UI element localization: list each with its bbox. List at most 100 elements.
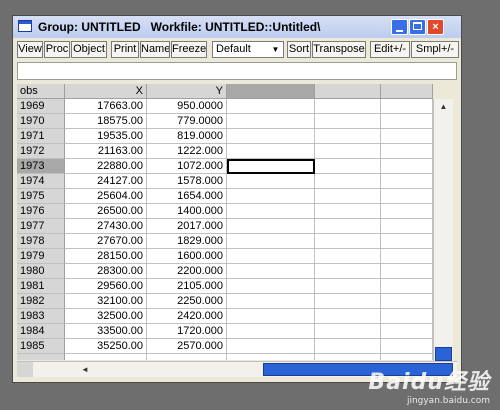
x-value[interactable]: 28300.00 (65, 264, 147, 279)
empty-cell[interactable] (227, 159, 315, 174)
empty-cell[interactable] (381, 204, 433, 219)
column-header-y[interactable]: Y (147, 84, 227, 99)
view-button[interactable]: View (17, 41, 43, 58)
empty-cell[interactable] (381, 144, 433, 159)
empty-cell[interactable] (227, 189, 315, 204)
empty-cell[interactable] (315, 114, 381, 129)
empty-cell[interactable] (227, 234, 315, 249)
empty-cell[interactable] (227, 279, 315, 294)
y-value[interactable]: 1829.000 (147, 234, 227, 249)
empty-cell[interactable] (227, 264, 315, 279)
row-label[interactable]: 1974 (17, 174, 65, 189)
title-bar[interactable]: Group: UNTITLED Workfile: UNTITLED::Unti… (13, 16, 461, 38)
empty-cell[interactable] (381, 279, 433, 294)
empty-cell[interactable] (315, 294, 381, 309)
x-value[interactable] (65, 354, 147, 360)
empty-cell[interactable] (315, 159, 381, 174)
y-value[interactable]: 1578.000 (147, 174, 227, 189)
row-label[interactable]: 1976 (17, 204, 65, 219)
y-value[interactable]: 1654.000 (147, 189, 227, 204)
column-header-empty[interactable] (315, 84, 381, 99)
empty-cell[interactable] (315, 279, 381, 294)
y-value[interactable]: 2200.000 (147, 264, 227, 279)
row-label[interactable]: 1984 (17, 324, 65, 339)
x-value[interactable]: 32500.00 (65, 309, 147, 324)
x-value[interactable]: 21163.00 (65, 144, 147, 159)
empty-cell[interactable] (315, 249, 381, 264)
scroll-up-arrow-icon[interactable]: ▲ (434, 99, 453, 115)
column-header-x[interactable]: X (65, 84, 147, 99)
row-label[interactable]: 1978 (17, 234, 65, 249)
y-value[interactable] (147, 354, 227, 360)
column-header-empty[interactable] (227, 84, 315, 99)
column-header-empty[interactable] (381, 84, 433, 99)
freeze-button[interactable]: Freeze (171, 41, 207, 58)
object-button[interactable]: Object (71, 41, 107, 58)
empty-cell[interactable] (227, 129, 315, 144)
empty-cell[interactable] (381, 234, 433, 249)
empty-cell[interactable] (227, 324, 315, 339)
minimize-button[interactable] (391, 19, 408, 35)
x-value[interactable]: 24127.00 (65, 174, 147, 189)
row-label[interactable]: 1983 (17, 309, 65, 324)
empty-cell[interactable] (315, 309, 381, 324)
empty-cell[interactable] (381, 189, 433, 204)
y-value[interactable]: 2105.000 (147, 279, 227, 294)
row-label[interactable]: 1973 (17, 159, 65, 174)
y-value[interactable]: 950.0000 (147, 99, 227, 114)
x-value[interactable]: 33500.00 (65, 324, 147, 339)
empty-cell[interactable] (227, 99, 315, 114)
y-value[interactable]: 2570.000 (147, 339, 227, 354)
row-label[interactable]: 1969 (17, 99, 65, 114)
row-label[interactable] (17, 354, 65, 360)
row-label[interactable]: 1979 (17, 249, 65, 264)
empty-cell[interactable] (381, 324, 433, 339)
row-label[interactable]: 1982 (17, 294, 65, 309)
sort-button[interactable]: Sort (287, 41, 311, 58)
empty-cell[interactable] (315, 219, 381, 234)
y-value[interactable]: 1400.000 (147, 204, 227, 219)
empty-cell[interactable] (227, 294, 315, 309)
column-header-obs[interactable]: obs (17, 84, 65, 99)
empty-cell[interactable] (381, 159, 433, 174)
proc-button[interactable]: Proc (44, 41, 70, 58)
y-value[interactable]: 2017.000 (147, 219, 227, 234)
empty-cell[interactable] (227, 219, 315, 234)
smpl-toggle-button[interactable]: Smpl+/- (411, 41, 459, 58)
empty-cell[interactable] (381, 99, 433, 114)
y-value[interactable]: 1600.000 (147, 249, 227, 264)
empty-cell[interactable] (381, 129, 433, 144)
y-value[interactable]: 1720.000 (147, 324, 227, 339)
row-label[interactable]: 1972 (17, 144, 65, 159)
x-value[interactable]: 27670.00 (65, 234, 147, 249)
x-value[interactable]: 25604.00 (65, 189, 147, 204)
display-format-select[interactable]: Default ▼ (212, 41, 284, 58)
dropdown-arrow-icon[interactable]: ▼ (269, 43, 282, 56)
y-value[interactable]: 2420.000 (147, 309, 227, 324)
y-value[interactable]: 1222.000 (147, 144, 227, 159)
empty-cell[interactable] (227, 204, 315, 219)
print-button[interactable]: Print (111, 41, 139, 58)
row-label[interactable]: 1970 (17, 114, 65, 129)
empty-cell[interactable] (227, 174, 315, 189)
empty-cell[interactable] (315, 339, 381, 354)
y-value[interactable]: 779.0000 (147, 114, 227, 129)
empty-cell[interactable] (315, 99, 381, 114)
x-value[interactable]: 27430.00 (65, 219, 147, 234)
x-value[interactable]: 35250.00 (65, 339, 147, 354)
x-value[interactable]: 26500.00 (65, 204, 147, 219)
vertical-scroll-thumb[interactable] (435, 347, 452, 361)
x-value[interactable]: 29560.00 (65, 279, 147, 294)
edit-toggle-button[interactable]: Edit+/- (370, 41, 410, 58)
x-value[interactable]: 19535.00 (65, 129, 147, 144)
empty-cell[interactable] (381, 249, 433, 264)
x-value[interactable]: 32100.00 (65, 294, 147, 309)
empty-cell[interactable] (315, 174, 381, 189)
empty-cell[interactable] (315, 189, 381, 204)
empty-cell[interactable] (227, 114, 315, 129)
x-value[interactable]: 22880.00 (65, 159, 147, 174)
empty-cell[interactable] (315, 234, 381, 249)
vertical-scrollbar[interactable]: ▲ (433, 99, 453, 361)
x-value[interactable]: 18575.00 (65, 114, 147, 129)
empty-cell[interactable] (381, 294, 433, 309)
